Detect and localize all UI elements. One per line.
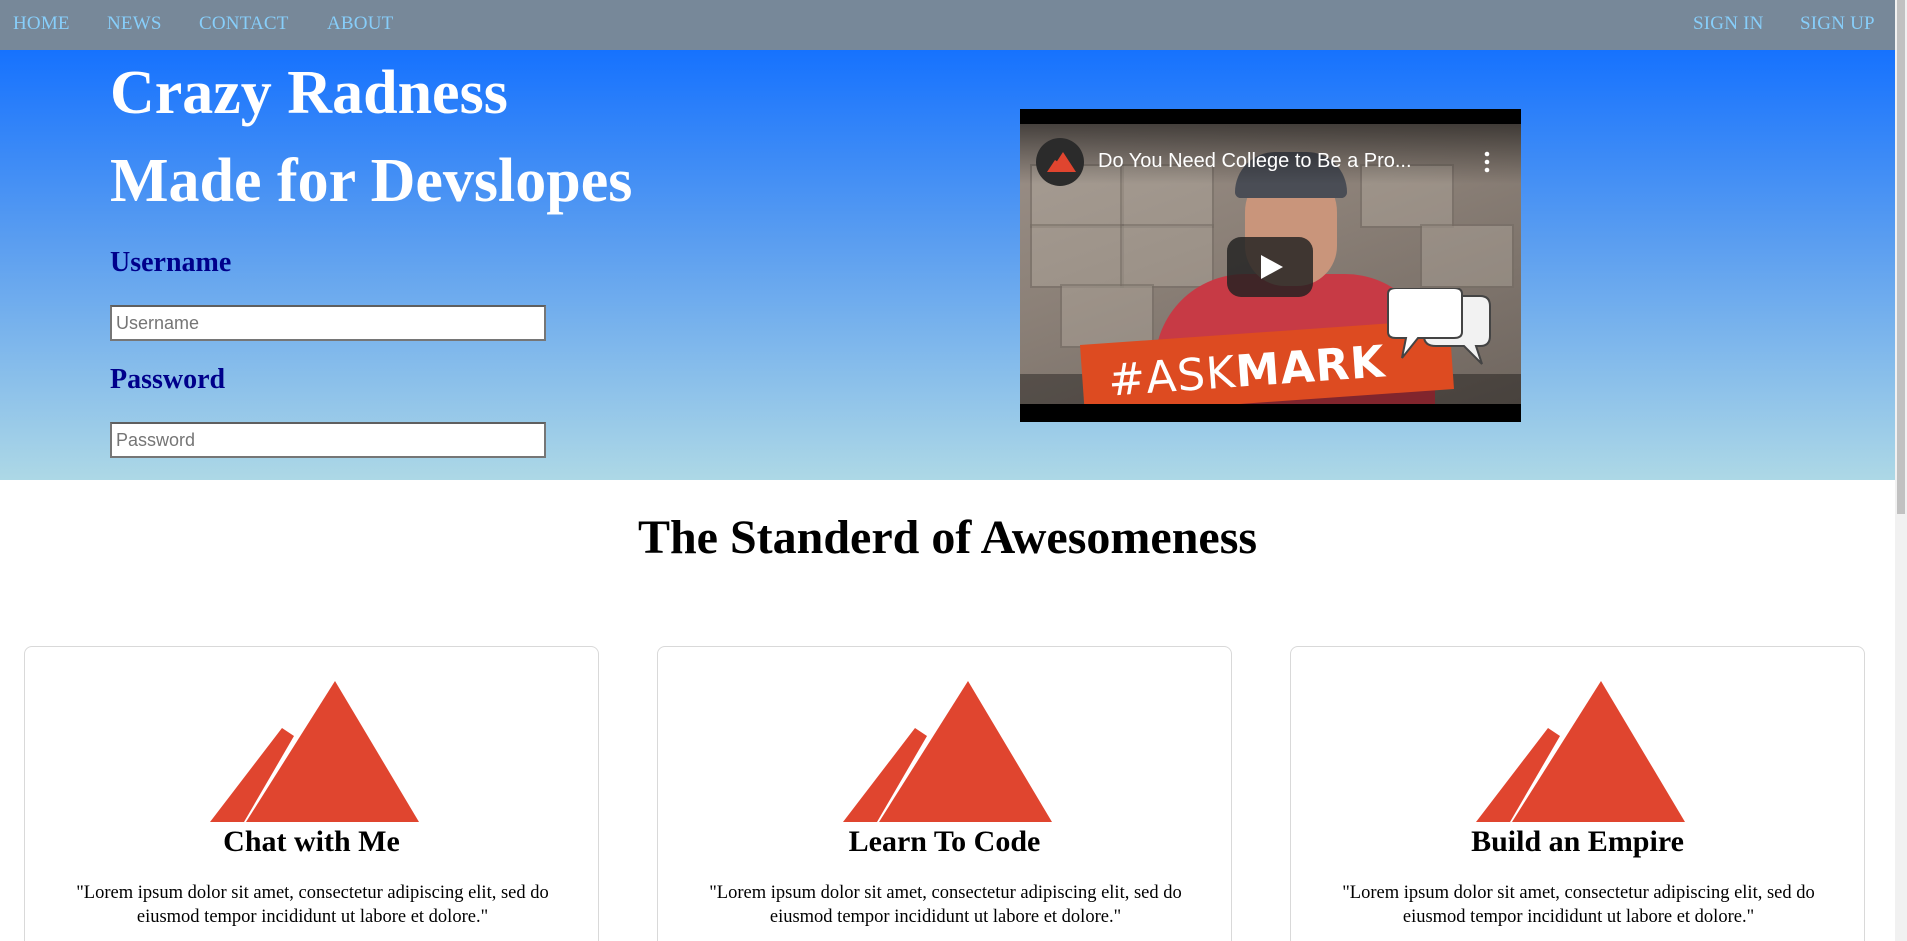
nav-home-link[interactable]: HOME bbox=[13, 13, 70, 35]
wall-brick bbox=[1420, 224, 1514, 288]
hero-title-line-2: Made for Devslopes bbox=[110, 147, 633, 215]
username-input[interactable] bbox=[110, 305, 546, 341]
top-navbar: HOME NEWS CONTACT ABOUT SIGN IN SIGN UP bbox=[0, 0, 1895, 50]
page: HOME NEWS CONTACT ABOUT SIGN IN SIGN UP … bbox=[0, 0, 1895, 941]
scrollbar-thumb[interactable] bbox=[1897, 0, 1905, 514]
devslopes-logo-icon bbox=[843, 681, 1052, 822]
page-scrollbar[interactable] bbox=[1895, 0, 1907, 941]
video-embed[interactable]: #ASKMARK Do You Need College to Be a Pro… bbox=[1020, 109, 1521, 422]
card-text: "Lorem ipsum dolor sit amet, consectetur… bbox=[76, 883, 549, 927]
username-label: Username bbox=[110, 247, 232, 278]
feature-card: Learn To Code "Lorem ipsum dolor sit ame… bbox=[657, 646, 1232, 941]
hero-section: Crazy Radness Made for Devslopes Usernam… bbox=[0, 50, 1895, 480]
nav-about-link[interactable]: ABOUT bbox=[327, 13, 393, 35]
nav-sign-in-link[interactable]: SIGN IN bbox=[1693, 13, 1764, 35]
nav-contact-link[interactable]: CONTACT bbox=[199, 13, 289, 35]
play-icon bbox=[1261, 255, 1283, 279]
card-title: Chat with Me bbox=[223, 825, 400, 858]
more-vert-icon[interactable] bbox=[1475, 150, 1499, 174]
nav-sign-up-link[interactable]: SIGN UP bbox=[1800, 13, 1875, 35]
wall-brick bbox=[1030, 224, 1124, 288]
section-title: The Standerd of Awesomeness bbox=[637, 511, 1258, 564]
devslopes-logo-icon bbox=[1476, 681, 1685, 822]
feature-card: Build an Empire "Lorem ipsum dolor sit a… bbox=[1290, 646, 1865, 941]
card-text: "Lorem ipsum dolor sit amet, consectetur… bbox=[1342, 883, 1815, 927]
feature-card: Chat with Me "Lorem ipsum dolor sit amet… bbox=[24, 646, 599, 941]
hero-title-line-1: Crazy Radness bbox=[110, 59, 508, 127]
devslopes-logo-icon bbox=[210, 681, 419, 822]
nav-news-link[interactable]: NEWS bbox=[107, 13, 162, 35]
card-title: Build an Empire bbox=[1471, 825, 1684, 858]
devslopes-logo-icon bbox=[1047, 152, 1076, 172]
askmark-name: MARK bbox=[1233, 336, 1388, 398]
card-title: Learn To Code bbox=[848, 825, 1041, 858]
askmark-hashtag: #ASK bbox=[1106, 346, 1238, 404]
card-text: "Lorem ipsum dolor sit amet, consectetur… bbox=[709, 883, 1182, 927]
wall-brick bbox=[1060, 284, 1154, 348]
wall-brick bbox=[1120, 224, 1214, 288]
password-label: Password bbox=[110, 364, 226, 395]
channel-avatar[interactable] bbox=[1036, 138, 1084, 186]
password-input[interactable] bbox=[110, 422, 546, 458]
chat-bubbles-icon bbox=[1387, 288, 1491, 365]
video-play-button[interactable] bbox=[1227, 237, 1313, 297]
video-title[interactable]: Do You Need College to Be a Pro... bbox=[1098, 150, 1412, 173]
